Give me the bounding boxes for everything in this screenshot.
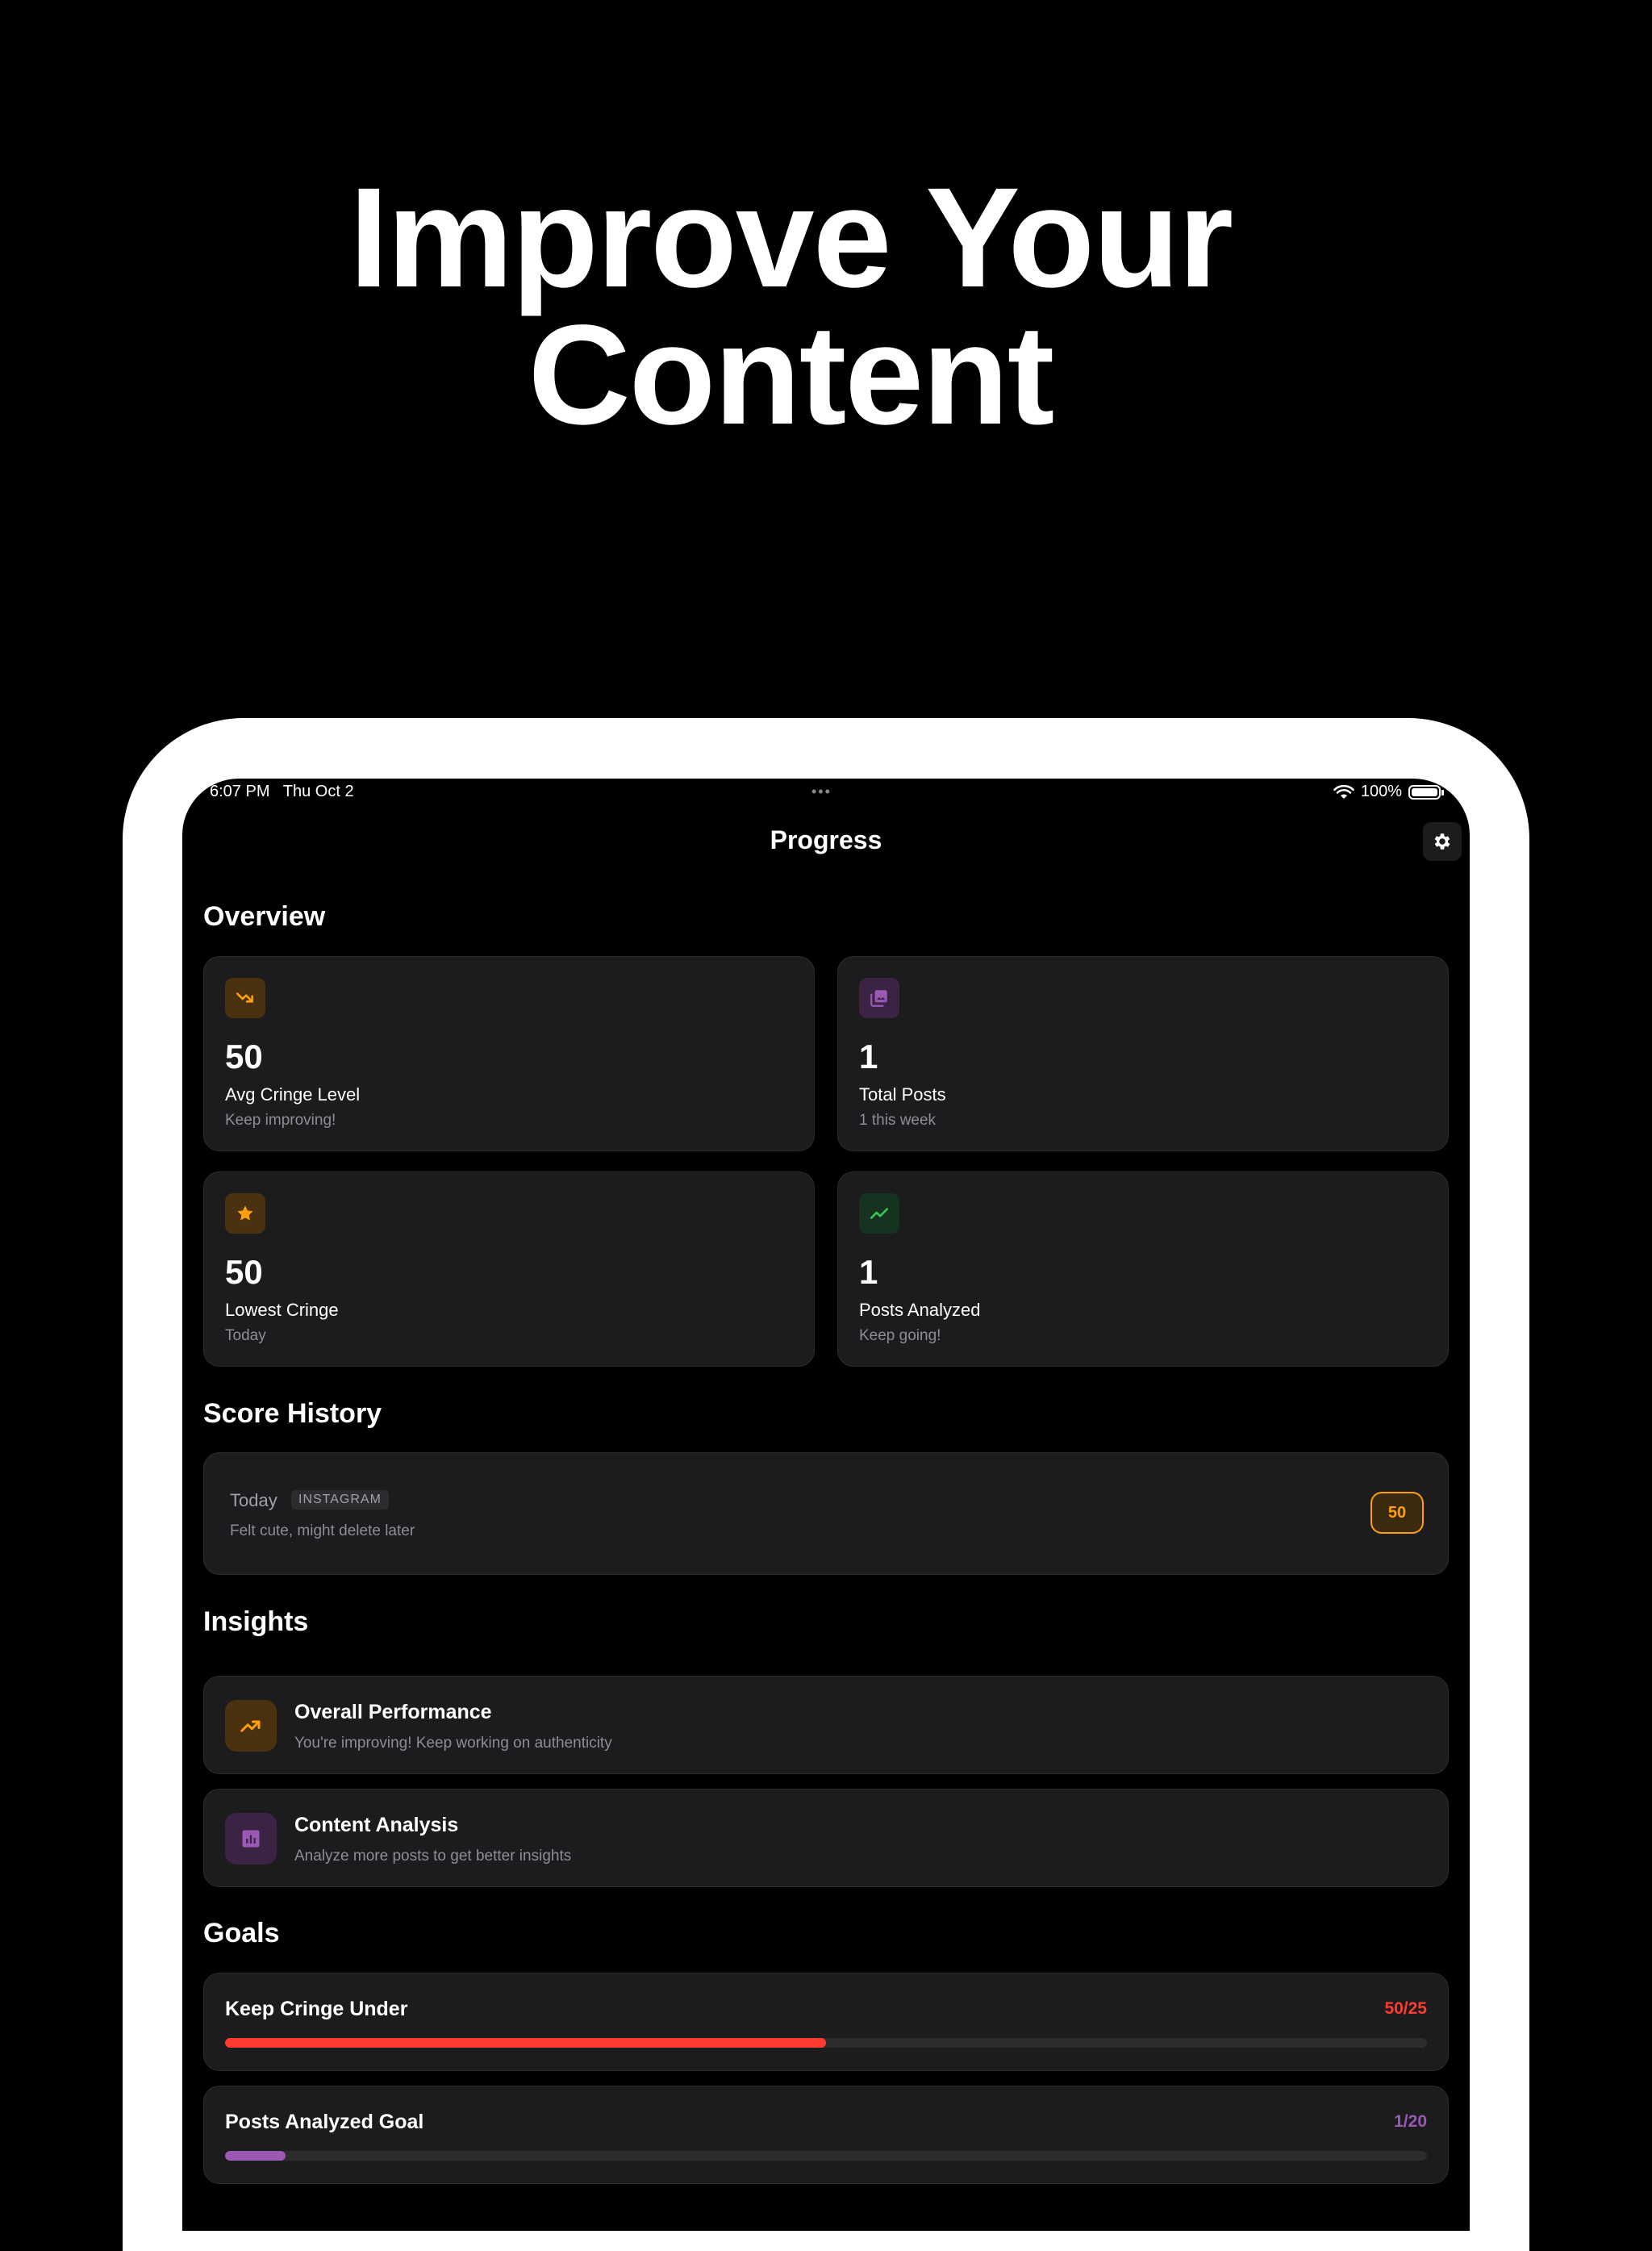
hero-line-2: Content [528,296,1055,454]
app-screen: 6:07 PM Thu Oct 2 ••• 100% Progress Over… [182,779,1470,2231]
goal-value: 50/25 [1384,1999,1427,2018]
gear-icon [1434,833,1450,850]
history-caption: Felt cute, might delete later [230,1522,415,1539]
insight-description: You're improving! Keep working on authen… [294,1735,612,1752]
score-history-heading: Score History [203,1398,382,1429]
score-history-entry[interactable]: Today INSTAGRAM Felt cute, might delete … [203,1452,1449,1575]
status-bar: 6:07 PM Thu Oct 2 ••• 100% [182,779,1470,811]
goal-progress-track [225,2038,1427,2048]
trending-up-icon [225,1700,277,1752]
goal-value: 1/20 [1394,2112,1427,2131]
battery-icon [1408,784,1444,800]
insight-overall-performance[interactable]: Overall Performance You're improving! Ke… [203,1676,1449,1774]
insight-title: Overall Performance [294,1701,492,1723]
goal-title: Posts Analyzed Goal [225,2111,424,2133]
stat-label: Total Posts [859,1084,946,1105]
stat-value: 50 [225,1253,263,1291]
stat-card-posts-analyzed[interactable]: 1 Posts Analyzed Keep going! [837,1171,1449,1367]
overview-heading: Overview [203,901,326,932]
stat-card-avg-cringe[interactable]: 50 Avg Cringe Level Keep improving! [203,956,815,1151]
history-date: Today [230,1490,277,1510]
stat-value: 50 [225,1038,263,1075]
goal-posts-analyzed[interactable]: Posts Analyzed Goal 1/20 [203,2086,1449,2184]
status-right: 100% [1333,783,1444,801]
stat-label: Lowest Cringe [225,1300,339,1320]
stat-subtitle: Today [225,1327,266,1344]
stat-label: Posts Analyzed [859,1300,981,1320]
goal-progress-fill [225,2151,286,2161]
goal-title: Keep Cringe Under [225,1998,408,2020]
star-icon [225,1193,265,1234]
goals-heading: Goals [203,1918,280,1948]
goal-keep-cringe-under[interactable]: Keep Cringe Under 50/25 [203,1973,1449,2071]
hero-headline: Improve Your Content [0,159,1581,454]
stat-card-total-posts[interactable]: 1 Total Posts 1 this week [837,956,1449,1151]
stat-subtitle: 1 this week [859,1112,937,1129]
goal-progress-fill [225,2038,826,2048]
stat-value: 1 [859,1253,878,1291]
score-badge: 50 [1370,1492,1424,1534]
stat-label: Avg Cringe Level [225,1084,361,1105]
settings-button[interactable] [1423,822,1462,861]
insights-heading: Insights [203,1606,309,1637]
battery-percentage: 100% [1360,783,1402,800]
multitasking-dots[interactable]: ••• [811,783,832,800]
page-title: Progress [770,825,882,854]
insight-description: Analyze more posts to get better insight… [294,1848,572,1865]
stat-card-lowest-cringe[interactable]: 50 Lowest Cringe Today [203,1171,815,1367]
wifi-icon [1333,784,1354,799]
trending-down-icon [225,978,265,1018]
stat-subtitle: Keep improving! [225,1112,336,1129]
stat-value: 1 [859,1038,878,1075]
trending-up-icon [859,1193,899,1234]
hero-line-1: Improve Your [348,159,1233,317]
insight-content-analysis[interactable]: Content Analysis Analyze more posts to g… [203,1789,1449,1887]
bar-chart-icon [225,1813,277,1865]
stat-subtitle: Keep going! [859,1327,941,1344]
platform-badge: INSTAGRAM [291,1490,389,1510]
photo-library-icon [859,978,899,1018]
status-time: 6:07 PM Thu Oct 2 [210,783,354,800]
insight-title: Content Analysis [294,1814,459,1836]
goal-progress-track [225,2151,1427,2161]
